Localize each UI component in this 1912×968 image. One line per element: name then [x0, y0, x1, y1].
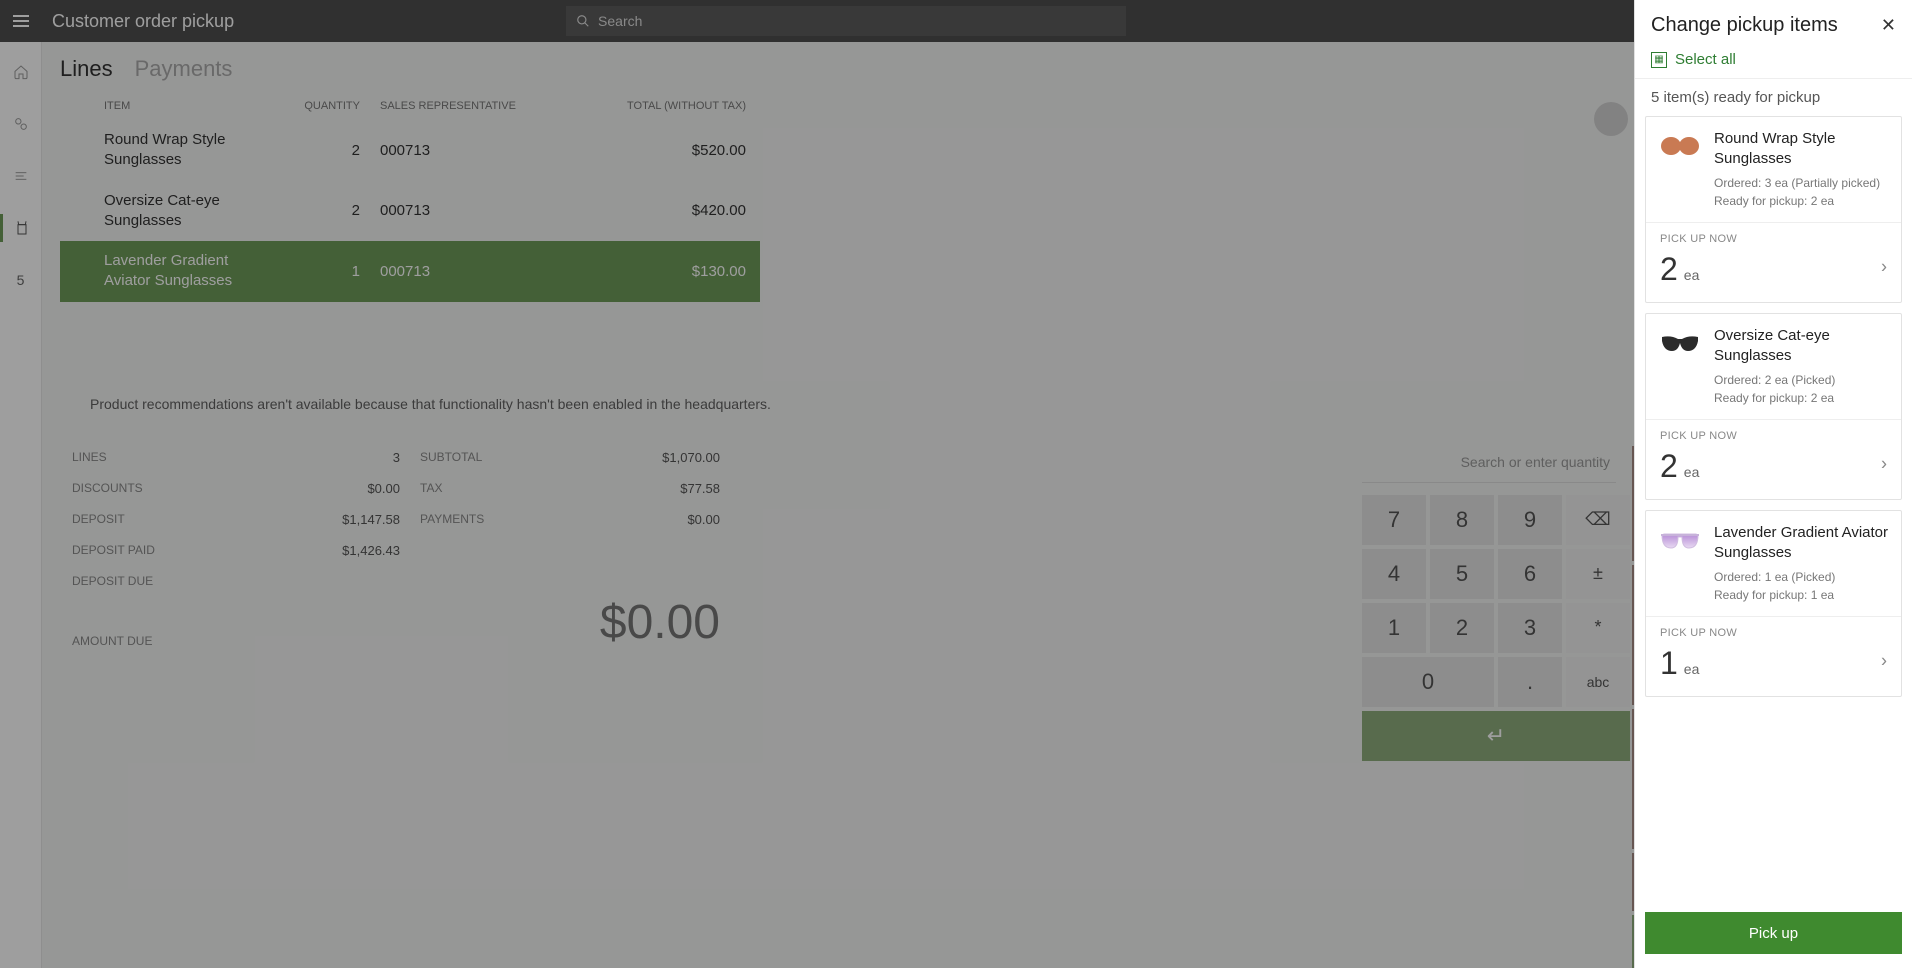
pickup-qty-selector[interactable]: PICK UP NOW 2ea ›: [1646, 419, 1901, 499]
ready-for-pickup-count: 5 item(s) ready for pickup: [1635, 79, 1912, 116]
pickup-qty-selector[interactable]: PICK UP NOW 2ea ›: [1646, 222, 1901, 302]
amount-due-value: $0.00: [420, 595, 720, 650]
change-pickup-items-drawer: Change pickup items ✕ ▦ Select all 5 ite…: [1634, 0, 1912, 968]
close-icon[interactable]: ✕: [1881, 15, 1896, 36]
chevron-right-icon: ›: [1881, 453, 1887, 474]
select-all-icon: ▦: [1651, 52, 1667, 68]
nav-cart-count: 5: [0, 266, 42, 294]
pickup-qty-selector[interactable]: PICK UP NOW 1ea ›: [1646, 616, 1901, 696]
item-title: Round Wrap Style Sunglasses: [1714, 129, 1889, 168]
numeric-keypad: 7 8 9 ⌫ 4 5 6 ± 1 2 3 * 0 . abc: [1362, 495, 1616, 761]
pickup-item-card: Oversize Cat-eye Sunglasses Ordered: 2 e…: [1645, 313, 1902, 500]
key-5[interactable]: 5: [1430, 549, 1494, 599]
page-title: Customer order pickup: [52, 11, 234, 32]
drawer-title: Change pickup items: [1651, 14, 1838, 37]
key-plusminus[interactable]: ±: [1566, 549, 1630, 599]
table-row[interactable]: Round Wrap Style Sunglasses 2 000713 $52…: [60, 120, 760, 181]
item-ordered: Ordered: 3 ea (Partially picked): [1714, 174, 1889, 192]
key-abc[interactable]: abc: [1566, 657, 1630, 707]
key-4[interactable]: 4: [1362, 549, 1426, 599]
totals-summary-right: SUBTOTAL$1,070.00 TAX$77.58 PAYMENTS$0.0…: [420, 442, 720, 968]
col-quantity: QUANTITY: [260, 100, 360, 112]
nav-home-icon[interactable]: [0, 58, 42, 86]
pickup-button[interactable]: Pick up: [1645, 912, 1902, 954]
search-icon: [576, 14, 590, 28]
col-total: TOTAL (WITHOUT TAX): [540, 100, 760, 112]
global-search[interactable]: [566, 6, 1126, 36]
nav-cart-icon[interactable]: [0, 214, 42, 242]
key-2[interactable]: 2: [1430, 603, 1494, 653]
item-title: Oversize Cat-eye Sunglasses: [1714, 326, 1889, 365]
item-ordered: Ordered: 1 ea (Picked): [1714, 568, 1889, 586]
key-8[interactable]: 8: [1430, 495, 1494, 545]
quantity-search-input[interactable]: Search or enter quantity: [1362, 442, 1616, 483]
nav-products-icon[interactable]: [0, 110, 42, 138]
nav-list-icon[interactable]: [0, 162, 42, 190]
chevron-right-icon: ›: [1881, 256, 1887, 277]
item-ordered: Ordered: 2 ea (Picked): [1714, 371, 1889, 389]
key-9[interactable]: 9: [1498, 495, 1562, 545]
left-navigation-rail: 5: [0, 42, 42, 968]
product-thumbnail: [1658, 525, 1702, 555]
tab-payments[interactable]: Payments: [135, 56, 233, 82]
product-thumbnail: [1658, 328, 1702, 358]
key-3[interactable]: 3: [1498, 603, 1562, 653]
pickup-item-card: Round Wrap Style Sunglasses Ordered: 3 e…: [1645, 116, 1902, 303]
tab-lines[interactable]: Lines: [60, 56, 113, 82]
key-backspace[interactable]: ⌫: [1566, 495, 1630, 545]
chevron-right-icon: ›: [1881, 650, 1887, 671]
key-dot[interactable]: .: [1498, 657, 1562, 707]
item-title: Lavender Gradient Aviator Sunglasses: [1714, 523, 1889, 562]
key-1[interactable]: 1: [1362, 603, 1426, 653]
hamburger-menu[interactable]: [0, 0, 42, 42]
product-thumbnail: [1658, 131, 1702, 161]
key-enter[interactable]: ↵: [1362, 711, 1630, 761]
topbar: Customer order pickup: [0, 0, 1912, 42]
col-item: ITEM: [60, 100, 260, 112]
table-row-selected[interactable]: Lavender Gradient Aviator Sunglasses 1 0…: [60, 241, 760, 302]
key-asterisk[interactable]: *: [1566, 603, 1630, 653]
avatar: [1594, 102, 1628, 136]
item-ready: Ready for pickup: 1 ea: [1714, 586, 1889, 604]
search-input[interactable]: [598, 13, 1126, 29]
key-6[interactable]: 6: [1498, 549, 1562, 599]
key-0[interactable]: 0: [1362, 657, 1494, 707]
col-sales-rep: SALES REPRESENTATIVE: [360, 100, 540, 112]
item-ready: Ready for pickup: 2 ea: [1714, 389, 1889, 407]
totals-summary-left: LINES3 DISCOUNTS$0.00 DEPOSIT$1,147.58 D…: [60, 442, 400, 968]
key-7[interactable]: 7: [1362, 495, 1426, 545]
item-ready: Ready for pickup: 2 ea: [1714, 192, 1889, 210]
select-all-button[interactable]: ▦ Select all: [1635, 47, 1912, 79]
table-row[interactable]: Oversize Cat-eye Sunglasses 2 000713 $42…: [60, 181, 760, 242]
order-lines-table: ITEM QUANTITY SALES REPRESENTATIVE TOTAL…: [60, 92, 760, 366]
pickup-item-card: Lavender Gradient Aviator Sunglasses Ord…: [1645, 510, 1902, 697]
